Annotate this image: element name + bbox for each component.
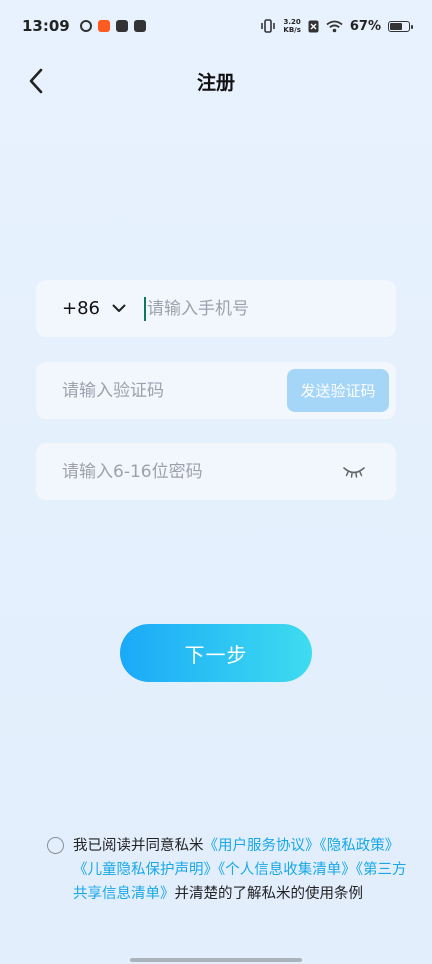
header: 注册 [0, 52, 432, 110]
agreement-suffix: 并清楚的了解私米的使用条例 [174, 886, 364, 902]
text-cursor [144, 297, 146, 321]
country-code: +86 [62, 298, 100, 319]
country-code-selector[interactable]: +86 [36, 298, 144, 319]
personal-info-list-link[interactable]: 《个人信息收集清单》 [218, 862, 356, 878]
next-button[interactable]: 下一步 [120, 624, 312, 682]
phone-input-wrap [144, 280, 396, 337]
phone-input[interactable] [144, 280, 396, 337]
status-right: 3.20 KB/s 67% [260, 18, 413, 34]
send-code-button[interactable]: 发送验证码 [287, 369, 389, 412]
message-notification-icon [133, 20, 146, 32]
agreement-text: 我已阅读并同意私米《用户服务协议》《隐私政策》《儿童隐私保护声明》《个人信息收集… [73, 834, 408, 906]
chevron-down-icon [112, 304, 126, 313]
status-time: 13:09 [22, 17, 70, 35]
children-privacy-link[interactable]: 《儿童隐私保护声明》 [73, 862, 218, 878]
eye-closed-icon [343, 466, 365, 478]
privacy-policy-link[interactable]: 《隐私政策》 [320, 838, 400, 854]
battery-level [390, 22, 403, 30]
network-speed-unit: KB/s [283, 26, 301, 34]
password-visibility-toggle[interactable] [334, 465, 374, 479]
battery-icon [388, 20, 413, 32]
agreement-prefix: 我已阅读并同意私米 [73, 838, 204, 854]
sync-notification-icon [79, 20, 92, 32]
wifi-icon [326, 20, 343, 32]
agreement-checkbox[interactable] [47, 837, 64, 854]
page-title: 注册 [196, 71, 235, 94]
network-speed: 3.20 KB/s [283, 18, 300, 34]
phone-field: +86 [36, 280, 396, 337]
no-sim-icon [308, 20, 319, 32]
chevron-left-icon [29, 68, 43, 94]
verification-code-field: 发送验证码 [36, 362, 396, 419]
home-indicator[interactable] [130, 958, 302, 962]
status-left: 13:09 [22, 17, 146, 35]
password-input[interactable] [36, 443, 334, 500]
network-speed-value: 3.20 [283, 18, 301, 26]
vibrate-icon [261, 19, 276, 33]
play-notification-icon [115, 20, 128, 32]
app-notification-icon [97, 20, 110, 32]
verification-code-input[interactable] [36, 362, 287, 419]
password-field [36, 443, 396, 500]
status-bar: 13:09 3.20 KB/s 67% [0, 0, 432, 52]
back-button[interactable] [22, 66, 50, 96]
user-service-agreement-link[interactable]: 《用户服务协议》 [204, 838, 320, 854]
battery-percent: 67% [349, 18, 381, 34]
